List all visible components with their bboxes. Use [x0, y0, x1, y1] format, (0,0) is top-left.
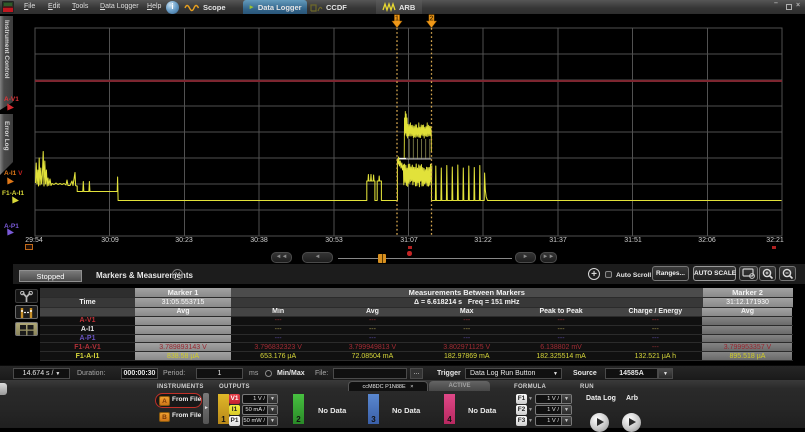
svg-text:1: 1 — [395, 16, 399, 23]
svg-text:2: 2 — [430, 16, 434, 23]
